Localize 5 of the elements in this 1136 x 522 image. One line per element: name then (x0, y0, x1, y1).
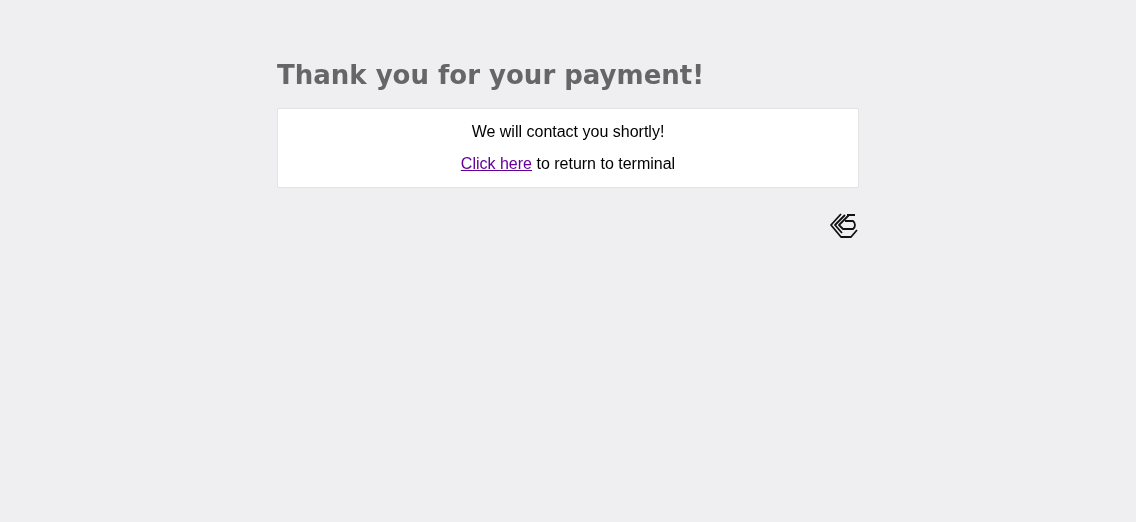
return-text: Click here to return to terminal (460, 155, 676, 173)
message-text: We will contact you shortly! (471, 123, 665, 141)
click-here-link[interactable]: Click here (460, 155, 532, 172)
logo-icon (829, 212, 859, 240)
page-title: Thank you for your payment! (277, 60, 706, 90)
